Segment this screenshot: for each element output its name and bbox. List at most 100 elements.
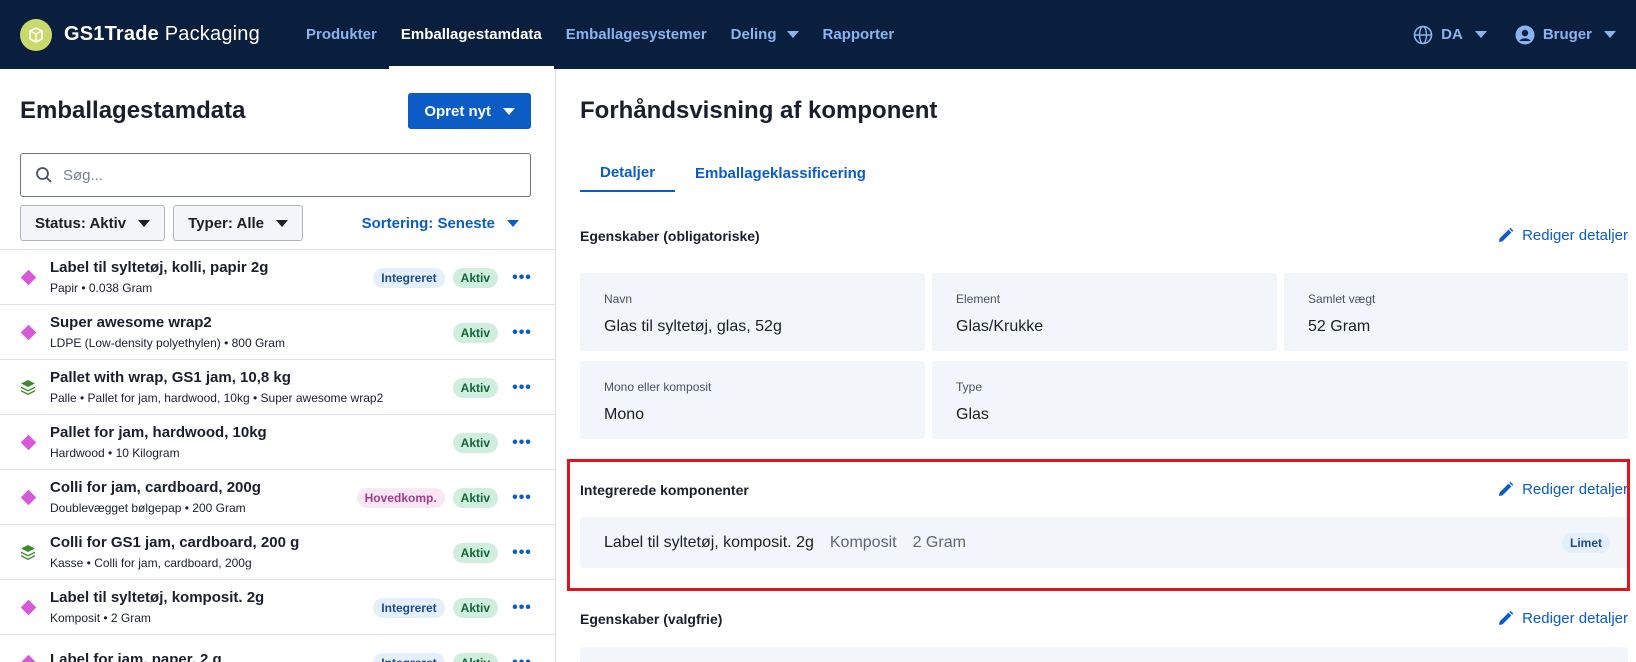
layers-icon	[20, 379, 36, 395]
mandatory-section-header: Egenskaber (obligatoriske) Rediger detal…	[580, 227, 1628, 244]
layers-icon	[20, 544, 36, 560]
field-value: Mono	[604, 406, 645, 423]
integrated-component-item[interactable]: Label til syltetøj, komposit. 2g Komposi…	[580, 517, 1628, 568]
field-card-samlet-vaegt: Samlet vægt 52 Gram	[1284, 273, 1628, 351]
diamond-icon	[20, 654, 36, 662]
user-menu[interactable]: Bruger	[1515, 25, 1616, 45]
chevron-down-icon	[507, 219, 519, 227]
top-navigation-bar: GS1Trade Packaging Produkter Emballagest…	[0, 0, 1636, 69]
diamond-icon	[20, 489, 36, 505]
filter-bar: Status: Aktiv Typer: Alle Sortering: Sen…	[20, 205, 531, 241]
status-filter[interactable]: Status: Aktiv	[20, 205, 166, 241]
chevron-down-icon	[1474, 31, 1487, 38]
tab-bar: Detaljer Emballageklassificering	[580, 155, 886, 192]
field-label: Mono eller komposit	[604, 380, 712, 394]
pencil-icon	[1499, 610, 1514, 625]
chevron-down-icon	[1604, 31, 1616, 38]
field-label: Samlet vægt	[1308, 292, 1376, 306]
chevron-down-icon	[503, 107, 515, 115]
diamond-icon	[20, 599, 36, 615]
brand[interactable]: GS1Trade Packaging	[20, 18, 290, 51]
field-card-type: Type Glas	[932, 361, 1628, 439]
field-card-element: Element Glas/Krukke	[932, 273, 1277, 351]
active-badge: Aktiv	[452, 322, 498, 343]
field-label: Navn	[604, 292, 633, 306]
component-weight: 2 Gram	[912, 533, 966, 551]
type-filter[interactable]: Typer: Alle	[173, 205, 303, 241]
active-badge: Aktiv	[452, 487, 498, 508]
tab-detaljer[interactable]: Detaljer	[580, 155, 676, 192]
field-label: Type	[956, 380, 983, 394]
left-panel: Emballagestamdata Opret nyt Status: Akti…	[0, 69, 556, 662]
optional-section-header: Egenskaber (valgfrie) Rediger detaljer	[580, 610, 1628, 627]
edit-details-button[interactable]: Rediger detaljer	[1497, 227, 1628, 244]
more-options-icon[interactable]: •••	[508, 434, 536, 452]
integrated-badge: Integreret	[373, 597, 445, 618]
pencil-icon	[1499, 227, 1514, 242]
list-item[interactable]: Colli for jam, cardboard, 200g Doublevægg…	[0, 469, 555, 524]
sort-dropdown[interactable]: Sortering: Seneste	[362, 215, 519, 232]
more-options-icon[interactable]: •••	[508, 379, 536, 397]
active-badge: Aktiv	[452, 377, 498, 398]
chevron-down-icon	[786, 31, 799, 38]
field-card-mono-komposit: Mono eller komposit Mono	[580, 361, 925, 439]
field-label: Element	[956, 292, 1001, 306]
list-item[interactable]: Label til syltetøj, komposit. 2g Komposit…	[0, 579, 555, 634]
create-new-button[interactable]: Opret nyt	[408, 93, 531, 129]
active-badge: Aktiv	[452, 597, 498, 618]
nav-item-deling[interactable]: Deling	[719, 0, 811, 69]
section-title: Egenskaber (valgfrie)	[580, 610, 723, 627]
list-item[interactable]: Pallet with wrap, GS1 jam, 10,8 kg Palle …	[0, 359, 555, 414]
preview-title: Forhåndsvisning af komponent	[580, 97, 938, 124]
brand-logo-icon	[20, 18, 52, 51]
active-badge: Aktiv	[452, 542, 498, 563]
page-title: Emballagestamdata	[20, 97, 246, 124]
status-badge: Limet	[1561, 532, 1610, 553]
diamond-icon	[20, 434, 36, 450]
integrated-badge: Integreret	[373, 652, 445, 662]
section-title: Egenskaber (obligatoriske)	[580, 227, 760, 244]
more-options-icon[interactable]: •••	[508, 544, 536, 562]
nav-item-emballagestamdata[interactable]: Emballagestamdata	[388, 0, 554, 69]
more-options-icon[interactable]: •••	[508, 489, 536, 507]
active-badge: Aktiv	[452, 267, 498, 288]
nav-item-rapporter[interactable]: Rapporter	[811, 0, 907, 69]
chevron-down-icon	[276, 219, 288, 227]
pencil-icon	[1499, 481, 1514, 496]
list-item[interactable]: Label til syltetøj, kolli, papir 2g Papir…	[0, 249, 555, 304]
nav-item-produkter[interactable]: Produkter	[294, 0, 389, 69]
component-list: Label til syltetøj, kolli, papir 2g Papir…	[0, 249, 555, 662]
main-nav: Produkter Emballagestamdata Emballagesys…	[294, 0, 906, 69]
mandatory-fields: Navn Glas til syltetøj, glas, 52g Elemen…	[580, 273, 1628, 441]
right-panel: Forhåndsvisning af komponent Detaljer Em…	[557, 69, 1636, 662]
nav-item-emballagesystemer[interactable]: Emballagesystemer	[554, 0, 719, 69]
list-item[interactable]: Super awesome wrap2 LDPE (Low-density pol…	[0, 304, 555, 359]
more-options-icon[interactable]: •••	[508, 324, 536, 342]
component-type: Komposit	[829, 533, 897, 551]
edit-details-button[interactable]: Rediger detaljer	[1497, 481, 1628, 498]
tab-emballageklassificering[interactable]: Emballageklassificering	[675, 155, 886, 192]
integrated-badge: Integreret	[373, 267, 445, 288]
field-value: 52 Gram	[1308, 318, 1371, 335]
main-component-badge: Hovedkomp.	[356, 487, 445, 508]
integrated-section-header: Integrerede komponenter Rediger detaljer	[580, 481, 1628, 498]
section-title: Integrerede komponenter	[580, 481, 749, 498]
diamond-icon	[20, 269, 36, 285]
top-right-controls: DA Bruger	[1385, 25, 1616, 45]
language-selector[interactable]: DA	[1413, 25, 1487, 45]
more-options-icon[interactable]: •••	[508, 654, 536, 662]
more-options-icon[interactable]: •••	[508, 599, 536, 617]
list-item[interactable]: Pallet for jam, hardwood, 10kg Hardwood •…	[0, 414, 555, 469]
list-item[interactable]: Colli for GS1 jam, cardboard, 200 g Kasse…	[0, 524, 555, 579]
field-value: Glas/Krukke	[956, 318, 1044, 335]
list-item[interactable]: Label for jam, paper, 2 gIntegreretAktiv…	[0, 634, 555, 662]
search-input[interactable]	[63, 166, 503, 184]
field-value: Glas	[956, 406, 989, 423]
more-options-icon[interactable]: •••	[508, 269, 536, 287]
optional-fields-card	[580, 647, 1628, 662]
active-badge: Aktiv	[452, 432, 498, 453]
search-box	[20, 153, 531, 197]
search-icon	[36, 167, 52, 183]
user-avatar-icon	[1515, 25, 1535, 44]
edit-details-button[interactable]: Rediger detaljer	[1497, 610, 1628, 627]
